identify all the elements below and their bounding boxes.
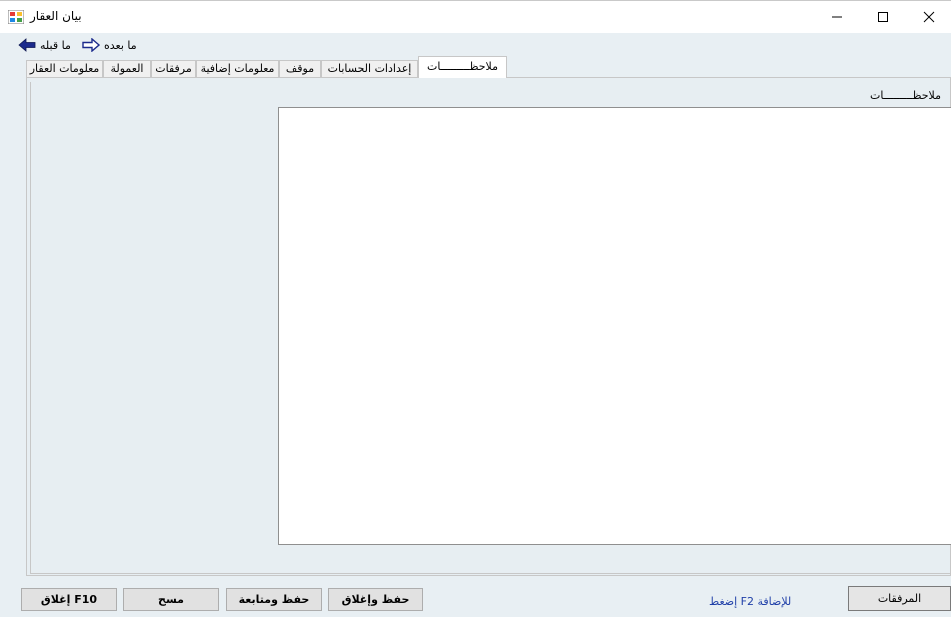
app-icon — [7, 9, 25, 25]
previous-record-label: ما قبله — [40, 38, 71, 52]
notes-textarea[interactable] — [278, 107, 951, 545]
tab-position[interactable]: موقف — [279, 60, 321, 78]
tab-commission[interactable]: العمولة — [103, 60, 151, 78]
clear-button[interactable]: مسح — [123, 588, 219, 611]
minimize-icon — [832, 16, 842, 18]
save-and-continue-button[interactable]: حفظ ومتابعة — [226, 588, 322, 611]
arrow-right-icon — [82, 38, 100, 52]
close-icon — [923, 11, 935, 23]
add-hint-text: إضغط F2 للإضافة — [709, 595, 792, 608]
attachments-button[interactable]: المرفقات — [848, 586, 951, 611]
tab-additional-info[interactable]: معلومات إضافية — [196, 60, 279, 78]
previous-record-button[interactable]: ما قبله — [18, 36, 71, 54]
tab-attachments[interactable]: مرفقات — [151, 60, 196, 78]
tab-notes[interactable]: ملاحظـــــــــات — [418, 56, 507, 78]
next-record-button[interactable]: ما بعده — [82, 36, 137, 54]
notes-label: ملاحظـــــــــات — [870, 89, 941, 102]
maximize-icon — [878, 12, 888, 22]
save-and-close-button[interactable]: حفظ وإغلاق — [328, 588, 423, 611]
maximize-button[interactable] — [860, 1, 906, 33]
minimize-button[interactable] — [814, 1, 860, 33]
window-title: بيان العقار — [30, 9, 82, 23]
arrow-left-icon — [18, 38, 36, 52]
close-f10-button[interactable]: إغلاق F10 — [21, 588, 117, 611]
next-record-label: ما بعده — [104, 38, 137, 52]
tab-property-info[interactable]: معلومات العقار — [26, 60, 103, 78]
title-bar: بيان العقار — [0, 0, 951, 33]
tab-account-settings[interactable]: إعدادات الحسابات — [321, 60, 418, 78]
tab-strip: معلومات العقار العمولة مرفقات معلومات إض… — [0, 56, 951, 78]
close-window-button[interactable] — [906, 1, 951, 33]
